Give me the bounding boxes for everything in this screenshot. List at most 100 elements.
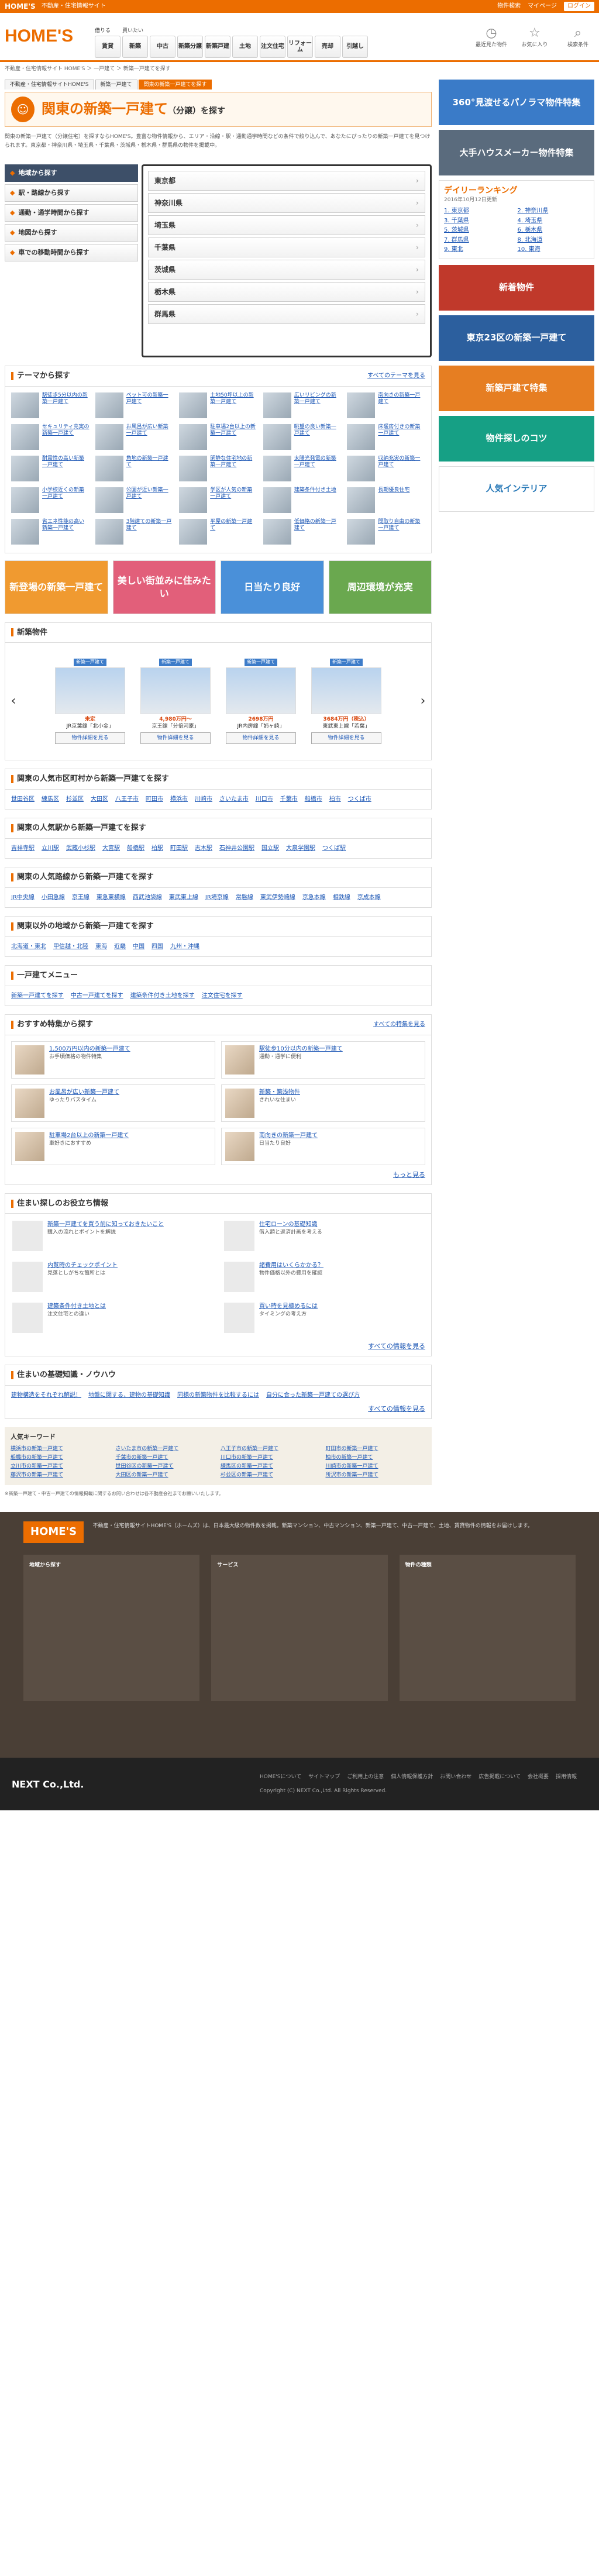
ranking-link[interactable]: 7. 群馬県 [444,236,516,244]
area-link[interactable]: 立川駅 [42,845,59,853]
area-link[interactable]: 九州・沖縄 [170,943,199,951]
theme-item[interactable]: 3階建ての新築一戸建て [95,518,174,547]
tab-kanto[interactable]: 関東の新築一戸建てを探す [138,80,212,90]
theme-label[interactable]: 省エネ性能の高い新築一戸建て [42,519,89,547]
side-banner-feature[interactable]: 新築戸建て特集 [439,365,594,411]
tip-title[interactable]: 諸費用はいくらかかる？ [259,1262,323,1270]
theme-item[interactable]: 床暖房付きの新築一戸建て [347,423,425,452]
top-brand[interactable]: HOME'S [5,2,36,11]
bottom-link[interactable]: 会社概要 [528,1773,549,1781]
theme-item[interactable]: 南向きの新築一戸建て [347,392,425,421]
theme-item[interactable]: 閑静な住宅地の新築一戸建て [179,455,257,484]
pref-gunma[interactable]: 群馬県 › [148,304,425,325]
keyword-link[interactable]: さいたま市の新築一戸建て [116,1445,216,1452]
nav-used[interactable]: 中古 [150,35,175,58]
ranking-link[interactable]: 9. 東北 [444,246,516,254]
theme-item[interactable]: お風呂が広い新築一戸建て [95,423,174,452]
nav-sell[interactable]: 売却 [315,35,340,58]
pref-kanagawa[interactable]: 神奈川県 › [148,193,425,213]
pref-ibaraki[interactable]: 茨城県 › [148,260,425,280]
area-link[interactable]: 東急東横線 [97,894,126,902]
theme-label[interactable]: 広いリビングの新築一戸建て [294,392,342,421]
theme-label[interactable]: 角地の新築一戸建て [126,456,174,484]
other-link[interactable]: 新築一戸建てを探す [11,992,64,1000]
prev-arrow-icon[interactable]: ‹ [8,693,19,710]
pref-chiba[interactable]: 千葉県 › [148,237,425,258]
property-card[interactable]: 新築一戸建て 未定 JR京葉線「北小金」 物件詳細を見る [55,659,125,745]
property-detail-button[interactable]: 物件詳細を見る [140,732,211,745]
property-card[interactable]: 新築一戸建て 2698万円 JR内房線「姉ヶ崎」 物件詳細を見る [226,659,296,745]
keyword-link[interactable]: 柏市の新築一戸建て [326,1454,426,1461]
theme-item[interactable]: 小学校近くの新築一戸建て [11,487,89,515]
tab-new-house[interactable]: 新築一戸建て [95,80,137,90]
search-by-area[interactable]: ◆ 地域から探す [5,164,138,182]
area-link[interactable]: 武蔵小杉駅 [66,845,95,853]
keyword-link[interactable]: 横浜市の新築一戸建て [11,1445,111,1452]
area-link[interactable]: 船橋駅 [127,845,144,853]
property-card[interactable]: 新築一戸建て 4,980万円～ 京王線「分倍河原」 物件詳細を見る [140,659,211,745]
side-banner-tips[interactable]: 物件探しのコツ [439,415,594,462]
basics-link[interactable]: 地盤に関する、建物の基礎知識 [88,1392,170,1400]
theme-label[interactable]: 太陽光発電の新築一戸建て [294,456,342,484]
nav-land[interactable]: 土地 [232,35,258,58]
area-link[interactable]: 四国 [152,943,163,951]
area-link[interactable]: さいたま市 [219,795,249,804]
theme-label[interactable]: 建築条件付き土地 [294,487,336,515]
tip-item[interactable]: 建築条件付き土地とは 注文住宅との違い [12,1303,212,1335]
property-detail-button[interactable]: 物件詳細を見る [226,732,296,745]
bottom-link[interactable]: お問い合わせ [440,1773,471,1781]
ranking-link[interactable]: 1. 東京都 [444,207,516,215]
theme-label[interactable]: 閑静な住宅地の新築一戸建て [210,456,257,484]
featured-title[interactable]: 駅徒歩10分以内の新築一戸建て [259,1045,343,1053]
theme-label[interactable]: セキュリティ充実の新築一戸建て [42,424,89,452]
tip-title[interactable]: 新築一戸建てを買う前に知っておきたいこと [47,1221,164,1229]
tip-title[interactable]: 住宅ローンの基礎知識 [259,1221,322,1229]
theme-item[interactable]: 収納充実の新築一戸建て [347,455,425,484]
theme-label[interactable]: 眺望の良い新築一戸建て [294,424,342,452]
ranking-link[interactable]: 10. 東海 [518,246,590,254]
theme-item[interactable]: 低価格の新築一戸建て [263,518,342,547]
area-link[interactable]: 町田駅 [170,845,188,853]
keyword-link[interactable]: 大田区の新築一戸建て [116,1472,216,1479]
saved-search[interactable]: ⌕ 検索条件 [562,25,594,49]
area-link[interactable]: 西武池袋線 [133,894,162,902]
theme-item[interactable]: 駐車場2台以上の新築一戸建て [179,423,257,452]
banner-town[interactable]: 美しい街並みに住みたい [112,560,216,614]
pref-tokyo[interactable]: 東京都 › [148,171,425,191]
area-link[interactable]: つくば市 [348,795,371,804]
basics-more-link[interactable]: すべての情報を見る [368,1405,425,1413]
area-link[interactable]: 柏駅 [152,845,163,853]
banner-new[interactable]: 新登場の新築一戸建て [5,560,108,614]
theme-item[interactable]: 間取り自由の新築一戸建て [347,518,425,547]
theme-item[interactable]: 平屋の新築一戸建て [179,518,257,547]
area-link[interactable]: 東武伊勢崎線 [260,894,295,902]
favorites[interactable]: ☆ お気に入り [518,25,551,49]
keyword-link[interactable]: 船橋市の新築一戸建て [11,1454,111,1461]
keyword-link[interactable]: 町田市の新築一戸建て [326,1445,426,1452]
nav-reform[interactable]: リフォーム [287,35,313,58]
theme-item[interactable]: 土地50坪以上の新築一戸建て [179,392,257,421]
bottom-link[interactable]: 個人情報保護方針 [391,1773,433,1781]
banner-sunny[interactable]: 日当たり良好 [221,560,324,614]
side-banner-maker[interactable]: 大手ハウスメーカー物件特集 [439,130,594,175]
featured-item[interactable]: 駅徒歩10分以内の新築一戸建て 通勤・通学に便利 [221,1041,425,1079]
area-link[interactable]: 練馬区 [42,795,59,804]
tip-item[interactable]: 新築一戸建てを買う前に知っておきたいこと 購入の流れとポイントを解説 [12,1221,212,1253]
area-link[interactable]: JR埼京線 [205,894,229,902]
area-link[interactable]: 千葉市 [280,795,298,804]
featured-title[interactable]: 駐車場2台以上の新築一戸建て [49,1132,129,1140]
footer-logo[interactable]: HOME'S [23,1521,84,1543]
theme-label[interactable]: 平屋の新築一戸建て [210,519,257,547]
theme-item[interactable]: 公園が近い新築一戸建て [95,487,174,515]
search-by-map[interactable]: ◆ 地図から探す [5,224,138,242]
tip-item[interactable]: 諸費用はいくらかかる？ 物件価格以外の費用を確認 [224,1262,424,1294]
area-link[interactable]: 八王子市 [115,795,139,804]
basics-link[interactable]: 建物構造をそれぞれ解説！ [11,1392,81,1400]
nav-rent[interactable]: 賃貸 [95,35,121,58]
area-link[interactable]: 杉並区 [66,795,84,804]
keyword-link[interactable]: 千葉市の新築一戸建て [116,1454,216,1461]
theme-item[interactable]: 角地の新築一戸建て [95,455,174,484]
featured-title[interactable]: 南向きの新築一戸建て [259,1132,318,1140]
theme-label[interactable]: 低価格の新築一戸建て [294,519,342,547]
featured-more-link[interactable]: すべての特集を見る [373,1021,425,1029]
